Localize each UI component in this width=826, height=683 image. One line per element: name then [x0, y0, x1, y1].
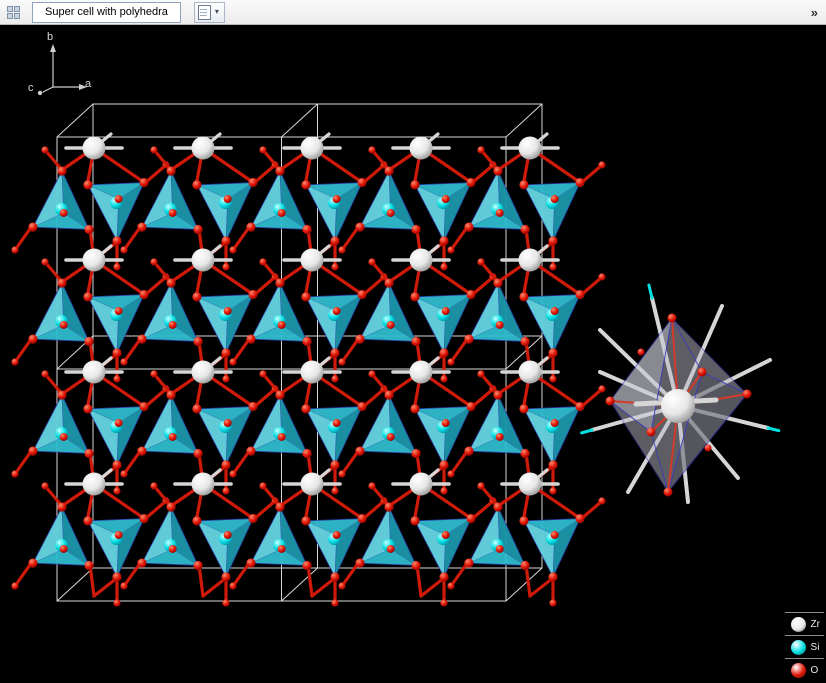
legend-item-zr: Zr [785, 612, 824, 635]
o-atom-swatch [791, 663, 806, 678]
legend-item-si: Si [785, 635, 824, 658]
structure-view[interactable] [0, 0, 826, 683]
legend-label: Si [811, 642, 820, 653]
tab-super-cell-with-polyhedra[interactable]: Super cell with polyhedra [32, 2, 181, 23]
new-view-split-button: ▾ [194, 2, 225, 23]
overflow-button[interactable]: » [807, 2, 822, 22]
dropdown-arrow-icon: ▾ [213, 8, 221, 16]
axis-a-label: a [85, 78, 91, 90]
panes-button[interactable] [6, 2, 21, 22]
legend-label: O [811, 665, 819, 676]
axis-b-label: b [47, 31, 53, 43]
legend-item-o: O [785, 658, 824, 681]
legend-label: Zr [811, 619, 820, 630]
tab-label: Super cell with polyhedra [45, 6, 168, 18]
app-window: b a c Zr Si O Super cell with polyhedra [0, 0, 826, 683]
new-view-button[interactable] [197, 2, 212, 22]
legend: Zr Si O [785, 612, 824, 681]
si-atom-swatch [791, 640, 806, 655]
grid-icon [7, 6, 20, 19]
toolbar: Super cell with polyhedra ▾ » [0, 0, 826, 25]
zr-atom-swatch [791, 617, 806, 632]
axis-c-label: c [28, 82, 34, 94]
page-icon [198, 5, 211, 20]
new-view-dropdown[interactable]: ▾ [212, 2, 222, 22]
